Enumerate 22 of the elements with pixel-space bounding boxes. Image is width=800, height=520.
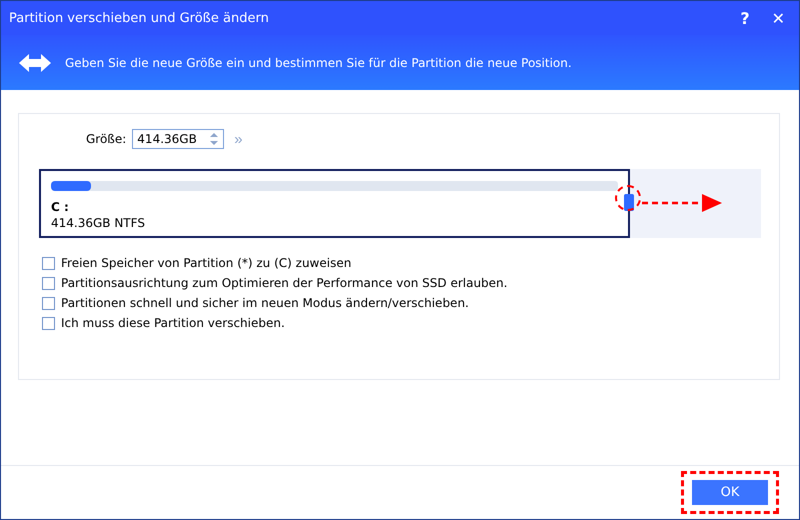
close-button[interactable]: ✕ — [768, 8, 789, 28]
help-button[interactable]: ? — [736, 8, 754, 28]
highlight-circle — [615, 185, 641, 211]
instruction-text: Geben Sie die neue Größe ein und bestimmen Sie für die Partition die neue Position. — [65, 56, 572, 70]
option-label: Freien Speicher von Partition (*) zu (C) zuweisen — [61, 256, 352, 270]
resize-handle[interactable] — [624, 194, 634, 211]
checkbox[interactable] — [42, 276, 55, 290]
partition-block[interactable]: C : 414.36GB NTFS — [39, 169, 630, 238]
checkbox[interactable] — [42, 316, 55, 330]
double-arrow-icon — [19, 52, 51, 72]
partition-info: 414.36GB NTFS — [51, 216, 146, 230]
size-field[interactable]: 414.36GB — [132, 129, 224, 149]
window-title: Partition verschieben und Größe ändern — [9, 10, 269, 26]
ok-button[interactable]: OK — [692, 480, 768, 505]
checkbox[interactable] — [42, 256, 55, 270]
option-label: Ich muss diese Partition verschieben. — [61, 316, 285, 330]
partition-name: C : — [51, 200, 70, 214]
spin-arrows-icon[interactable] — [210, 132, 218, 146]
size-label: Größe: — [86, 132, 126, 146]
option-label: Partitionen schnell und sicher im neuen Modus ändern/verschieben. — [61, 296, 469, 310]
checkbox[interactable] — [42, 296, 55, 310]
option-label: Partitionsausrichtung zum Optimieren der Performance von SSD erlauben. — [61, 276, 508, 290]
